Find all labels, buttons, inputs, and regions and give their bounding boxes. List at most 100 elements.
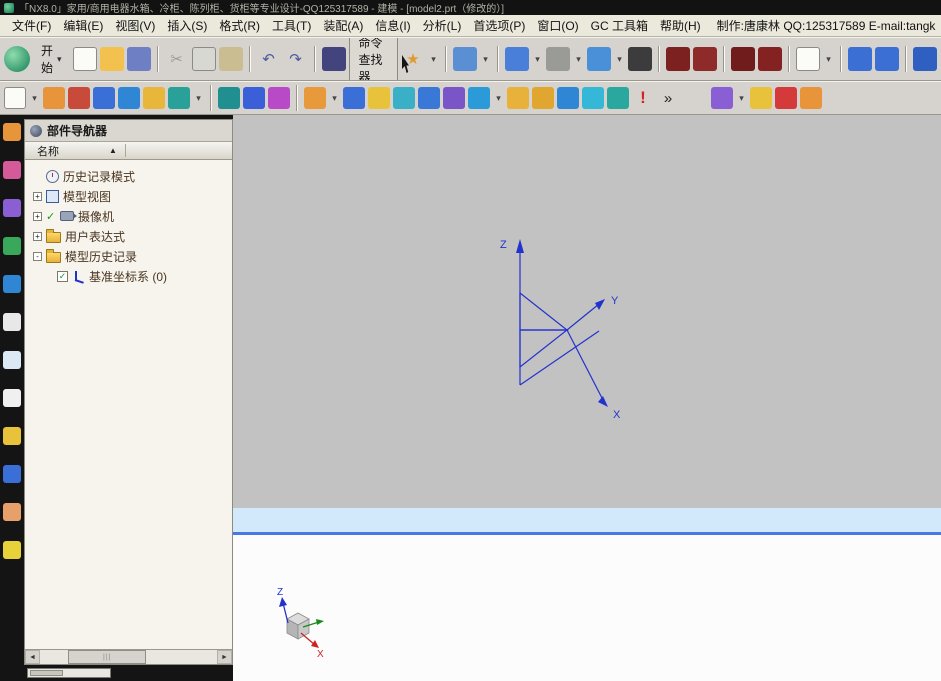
sketch-caret[interactable]: ▾	[29, 88, 40, 108]
reuse-library-icon[interactable]	[3, 313, 21, 331]
datum-csys-icon[interactable]	[68, 87, 90, 109]
orient-view-caret[interactable]: ▾	[614, 49, 625, 69]
checkbox-checked-icon[interactable]	[57, 270, 68, 282]
orient-view-icon[interactable]	[587, 47, 611, 71]
datum-axis-icon[interactable]	[218, 87, 240, 109]
ball-blend-icon[interactable]	[557, 87, 579, 109]
background-caret[interactable]: ▾	[823, 49, 834, 69]
selection-wand-caret[interactable]: ▾	[428, 49, 439, 69]
overflow-right-icon[interactable]	[913, 47, 937, 71]
tree-item-model-views[interactable]: + 模型视图	[25, 186, 232, 206]
unsectioned-icon[interactable]	[775, 87, 797, 109]
menu-window[interactable]: 窗口(O)	[531, 15, 584, 36]
menu-preferences[interactable]: 首选项(P)	[467, 15, 531, 36]
synchronous-caret[interactable]: ▾	[736, 88, 747, 108]
touch-mode-caret[interactable]: ▾	[480, 49, 491, 69]
paste-icon[interactable]	[218, 47, 243, 71]
material-red-icon-4[interactable]	[758, 47, 782, 71]
menu-edit[interactable]: 编辑(E)	[57, 15, 109, 36]
roles-icon[interactable]	[3, 465, 21, 483]
save-icon[interactable]	[126, 47, 151, 71]
subtract-icon[interactable]	[443, 87, 465, 109]
expander-icon[interactable]: -	[33, 251, 42, 261]
menu-format[interactable]: 格式(R)	[213, 15, 266, 36]
new-part-icon[interactable]	[72, 47, 97, 71]
bottom-scrollbar-thumb[interactable]	[30, 670, 63, 676]
datum-plane-icon[interactable]	[43, 87, 65, 109]
unite-icon[interactable]	[418, 87, 440, 109]
window-icon-2[interactable]	[875, 47, 899, 71]
sweep-icon[interactable]	[368, 87, 390, 109]
redo-icon[interactable]: ↷	[284, 47, 308, 71]
part-navigator-icon[interactable]	[3, 237, 21, 255]
process-studio-icon[interactable]	[3, 389, 21, 407]
tree-item-datum-csys[interactable]: 基准坐标系 (0)	[25, 266, 232, 286]
tree-item-model-history[interactable]: - 模型历史记录	[25, 246, 232, 266]
menu-information[interactable]: 信息(I)	[369, 15, 416, 36]
expander-icon[interactable]: +	[33, 191, 42, 201]
command-finder-icon[interactable]	[321, 47, 346, 71]
feature-caret[interactable]: ▾	[493, 88, 504, 108]
copy-icon[interactable]	[191, 47, 216, 71]
expander-icon[interactable]: +	[33, 211, 42, 221]
menu-help[interactable]: 帮助(H)	[654, 15, 707, 36]
alert-icon[interactable]: !	[632, 87, 654, 109]
synchronous-modeling-icon[interactable]	[711, 87, 733, 109]
primitives-caret[interactable]: ▾	[193, 88, 204, 108]
render-style-caret[interactable]: ▾	[573, 49, 584, 69]
revolve-icon[interactable]	[343, 87, 365, 109]
chamfer-icon[interactable]	[532, 87, 554, 109]
start-button[interactable]: 开始 ▾	[33, 38, 70, 80]
block-icon[interactable]	[93, 87, 115, 109]
bottom-scrollbar[interactable]	[27, 668, 111, 678]
scroll-left-button[interactable]: ◄	[25, 650, 40, 664]
palette-icon[interactable]	[3, 427, 21, 445]
people-icon[interactable]	[3, 503, 21, 521]
render-style-icon[interactable]	[546, 47, 570, 71]
material-red-icon-2[interactable]	[693, 47, 717, 71]
shell-icon[interactable]	[582, 87, 604, 109]
cylinder-icon[interactable]	[143, 87, 165, 109]
undo-icon[interactable]: ↶	[257, 47, 281, 71]
sphere-icon[interactable]	[118, 87, 140, 109]
more-commands-icon[interactable]: »	[657, 87, 679, 109]
datum-csys-display[interactable]: Z Y X	[448, 220, 648, 430]
tube-icon[interactable]	[393, 87, 415, 109]
cut-icon[interactable]: ✂	[165, 47, 189, 71]
graphics-viewport[interactable]: Z Y X Z X	[233, 115, 941, 681]
menu-tools[interactable]: 工具(T)	[266, 15, 317, 36]
scrollbar-track[interactable]	[40, 650, 217, 664]
menu-gc-toolbox[interactable]: GC 工具箱	[585, 15, 654, 36]
material-red-icon-1[interactable]	[666, 47, 690, 71]
sketch-dropdown-icon[interactable]	[4, 87, 26, 109]
menu-file[interactable]: 文件(F)	[6, 15, 57, 36]
extrude-icon[interactable]	[304, 87, 326, 109]
true-shading-caret[interactable]: ▾	[532, 49, 543, 69]
shaded-sphere-icon[interactable]	[628, 47, 652, 71]
column-header-name[interactable]: 名称 ▲	[25, 142, 232, 160]
history-icon[interactable]	[3, 351, 21, 369]
command-finder-button[interactable]: 命令查找器	[348, 38, 398, 80]
assembly-navigator-icon[interactable]	[3, 161, 21, 179]
window-icon-1[interactable]	[848, 47, 872, 71]
point-set-icon[interactable]	[268, 87, 290, 109]
tree-item-user-expressions[interactable]: + 用户表达式	[25, 226, 232, 246]
intersect-icon[interactable]	[468, 87, 490, 109]
tree-item-cameras[interactable]: + ✓ 摄像机	[25, 206, 232, 226]
material-red-icon-3[interactable]	[731, 47, 755, 71]
scroll-right-button[interactable]: ►	[217, 650, 232, 664]
scrollbar-thumb[interactable]	[68, 650, 147, 664]
touch-mode-icon[interactable]	[453, 47, 477, 71]
menu-assemblies[interactable]: 装配(A)	[317, 15, 369, 36]
menu-analysis[interactable]: 分析(L)	[417, 15, 468, 36]
touch-panel-icon[interactable]	[3, 541, 21, 559]
menu-insert[interactable]: 插入(S)	[161, 15, 213, 36]
measure-icon[interactable]	[750, 87, 772, 109]
expander-icon[interactable]: +	[33, 231, 42, 241]
point-icon[interactable]	[243, 87, 265, 109]
tree-item-history-mode[interactable]: 历史记录模式	[25, 166, 232, 186]
background-icon[interactable]	[796, 47, 820, 71]
menu-view[interactable]: 视图(V)	[109, 15, 161, 36]
web-browser-icon[interactable]	[3, 275, 21, 293]
true-shading-icon[interactable]	[505, 47, 529, 71]
